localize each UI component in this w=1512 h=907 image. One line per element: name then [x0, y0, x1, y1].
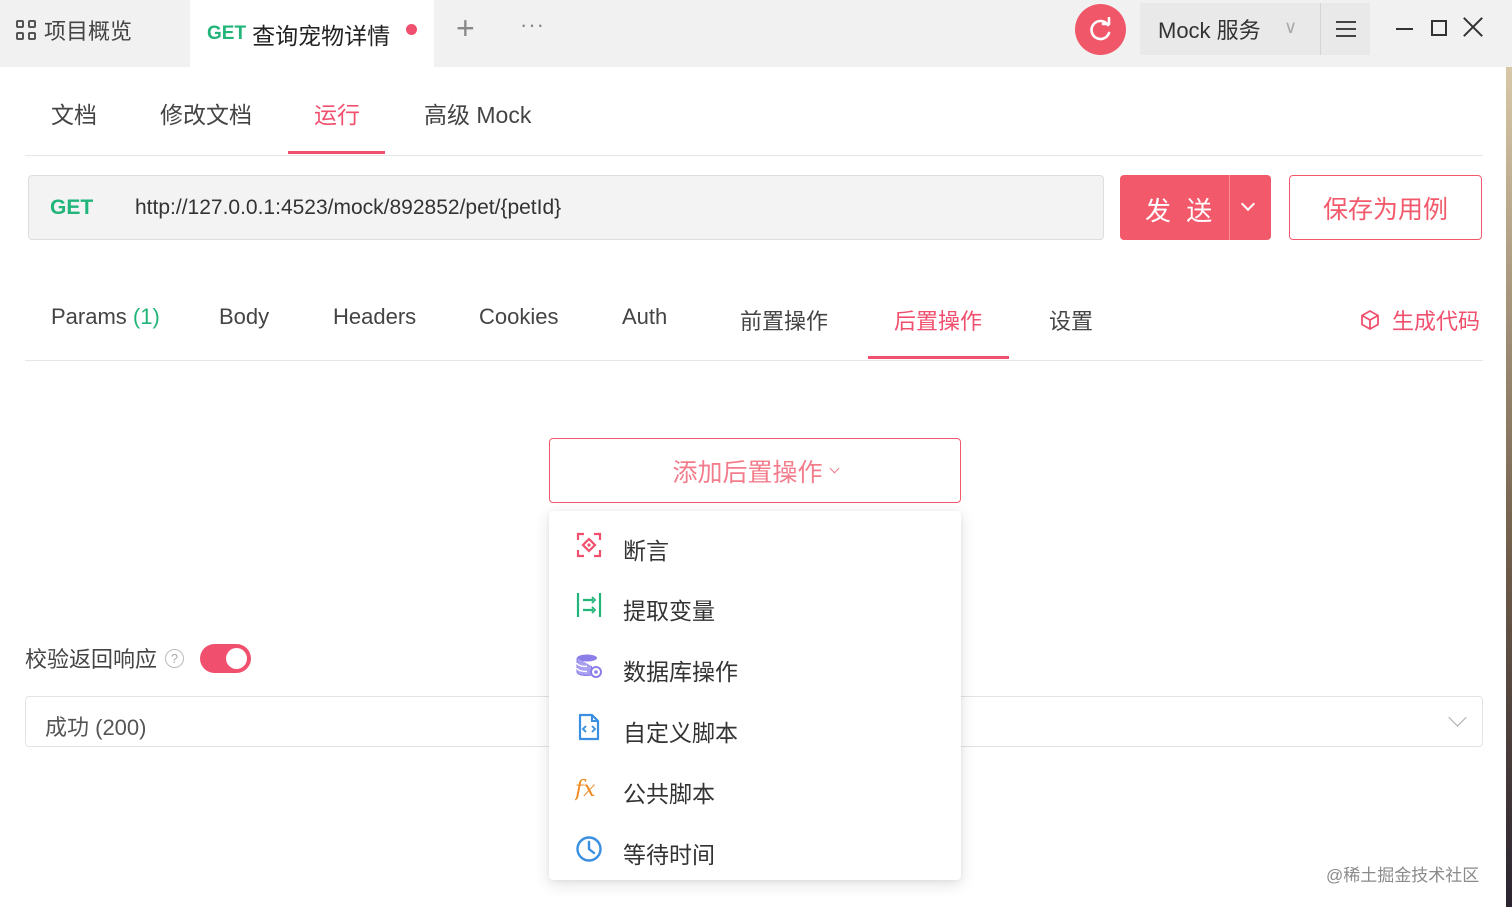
validate-response-row: 校验返回响应 ?: [25, 642, 252, 674]
chevron-down-icon: [1448, 708, 1467, 727]
menu-item-extract-variable[interactable]: 提取变量: [549, 574, 961, 634]
project-overview-label: 项目概览: [44, 19, 133, 44]
window-edge: [1506, 67, 1512, 907]
minimize-icon[interactable]: [1396, 28, 1413, 30]
tab-run[interactable]: 运行: [314, 96, 360, 130]
generate-code-button[interactable]: 生成代码: [1360, 304, 1480, 336]
tab-params[interactable]: Params (1): [51, 304, 160, 330]
send-button-label: 发 送: [1145, 196, 1217, 226]
database-icon: [576, 654, 602, 678]
tab-body[interactable]: Body: [219, 304, 269, 330]
tab-advanced-mock[interactable]: 高级 Mock: [424, 96, 531, 130]
extract-variable-icon: [576, 593, 602, 617]
send-split-divider: [1229, 175, 1230, 240]
chevron-down-icon: [829, 463, 839, 474]
grid-icon: [16, 20, 36, 40]
add-post-operation-label: 添加后置操作: [672, 458, 823, 487]
active-tab-indicator: [288, 151, 385, 154]
sync-button[interactable]: [1075, 4, 1126, 55]
method-select[interactable]: GET: [29, 196, 135, 220]
menu-item-label: 自定义脚本: [623, 720, 738, 746]
sync-icon: [1089, 16, 1110, 40]
generate-code-label: 生成代码: [1392, 309, 1481, 334]
new-tab-button[interactable]: +: [456, 12, 475, 44]
tab-query-pet-detail[interactable]: GET 查询宠物详情: [190, 0, 434, 67]
toggle-knob: [226, 647, 248, 669]
menu-item-custom-script[interactable]: 自定义脚本: [549, 696, 961, 756]
menu-item-public-script[interactable]: fx 公共脚本: [549, 757, 961, 817]
params-count-badge: (1): [132, 304, 160, 329]
menu-item-label: 等待时间: [623, 842, 715, 868]
maximize-icon[interactable]: [1431, 20, 1447, 36]
validate-response-label: 校验返回响应: [25, 647, 158, 672]
request-tab-bar: Params (1) Body Headers Cookies Auth 前置操…: [25, 270, 1483, 361]
menu-item-database[interactable]: 数据库操作: [549, 635, 961, 695]
send-button[interactable]: 发 送: [1120, 175, 1271, 240]
clock-icon: [576, 836, 602, 862]
hamburger-menu-button[interactable]: [1320, 3, 1370, 55]
tab-post-operations[interactable]: 后置操作: [894, 304, 982, 336]
tab-cookies[interactable]: Cookies: [479, 304, 558, 330]
save-as-case-button[interactable]: 保存为用例: [1289, 175, 1482, 240]
tab-pre-operations[interactable]: 前置操作: [740, 304, 828, 336]
post-operation-menu: 断言 提取变量 数据库操作 自定义脚本 fx 公共脚本 等待时间: [549, 511, 961, 880]
menu-item-assertion[interactable]: 断言: [549, 514, 961, 574]
menu-item-wait-time[interactable]: 等待时间: [549, 818, 961, 878]
script-file-icon: [578, 713, 600, 741]
menu-item-label: 提取变量: [623, 598, 715, 624]
title-bar: 项目概览 GET 查询宠物详情 + ··· Mock 服务 ∨: [0, 0, 1512, 67]
active-tab-indicator: [868, 356, 1009, 359]
menu-item-label: 断言: [623, 538, 669, 564]
url-input[interactable]: http://127.0.0.1:4523/mock/892852/pet/{p…: [135, 196, 561, 220]
unsaved-dot-icon: [406, 24, 417, 35]
close-icon[interactable]: [1462, 16, 1484, 38]
menu-item-label: 公共脚本: [623, 781, 715, 807]
tab-method-badge: GET: [207, 22, 247, 44]
add-post-operation-button[interactable]: 添加后置操作: [549, 438, 961, 503]
tab-edit-doc[interactable]: 修改文档: [160, 96, 252, 130]
cube-icon: [1361, 310, 1379, 330]
svg-text:fx: fx: [575, 777, 596, 802]
tab-params-label: Params: [51, 304, 127, 329]
tab-settings[interactable]: 设置: [1049, 304, 1093, 336]
validate-response-toggle[interactable]: [200, 643, 252, 673]
tab-headers[interactable]: Headers: [333, 304, 416, 330]
tab-title: 查询宠物详情: [252, 22, 391, 49]
tab-auth[interactable]: Auth: [622, 304, 667, 330]
watermark: @稀土掘金技术社区: [1326, 866, 1480, 885]
assertion-icon: [576, 532, 602, 558]
chevron-down-icon: ∨: [1284, 17, 1298, 37]
mock-service-select[interactable]: Mock 服务 ∨: [1140, 3, 1320, 55]
help-icon[interactable]: ?: [165, 648, 185, 668]
more-tabs-button[interactable]: ···: [520, 12, 545, 38]
fx-icon: fx: [575, 777, 596, 802]
response-select-value: 成功 (200): [45, 715, 147, 740]
mock-service-value: Mock 服务: [1158, 18, 1261, 43]
doc-tab-bar: 文档 修改文档 运行 高级 Mock: [25, 70, 1483, 156]
request-url-bar: GET http://127.0.0.1:4523/mock/892852/pe…: [28, 175, 1104, 240]
project-overview-tab[interactable]: 项目概览: [16, 14, 132, 46]
tab-doc[interactable]: 文档: [51, 96, 97, 130]
chevron-down-icon[interactable]: [1240, 196, 1256, 212]
menu-item-label: 数据库操作: [623, 659, 738, 685]
